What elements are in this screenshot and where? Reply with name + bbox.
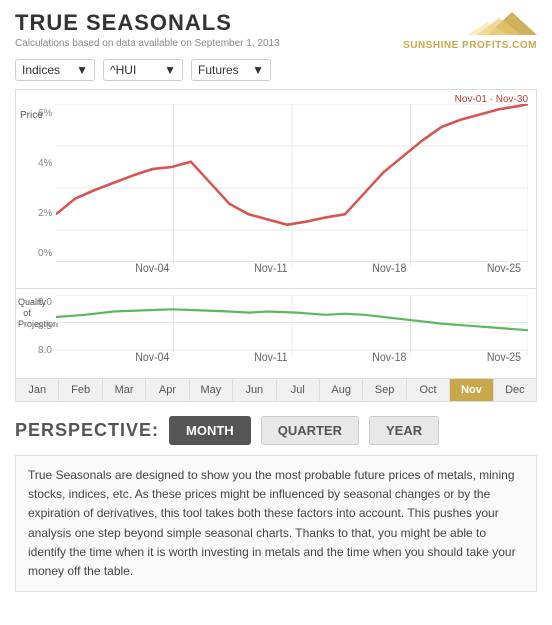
chevron-down-icon: ▼ bbox=[252, 63, 264, 77]
quality-axis-label: Quality ofProjection bbox=[18, 297, 36, 329]
chevron-down-icon: ▼ bbox=[76, 63, 88, 77]
svg-text:Nov-11: Nov-11 bbox=[254, 351, 287, 361]
svg-text:Nov-18: Nov-18 bbox=[372, 263, 406, 272]
month-btn-aug[interactable]: Aug bbox=[320, 379, 363, 401]
logo-mountain-icon bbox=[457, 10, 537, 40]
dropdown-indices[interactable]: Indices ▼ bbox=[15, 59, 95, 81]
month-nav: JanFebMarAprMayJunJulAugSepOctNovDec bbox=[15, 379, 537, 402]
q-label-85: 8.5 bbox=[38, 321, 52, 332]
month-btn-jul[interactable]: Jul bbox=[277, 379, 320, 401]
header: TRUE SEASONALS Calculations based on dat… bbox=[15, 10, 537, 51]
q-label-9: 9.0 bbox=[38, 297, 52, 308]
svg-text:Nov-11: Nov-11 bbox=[254, 263, 287, 272]
quality-chart-svg: Nov-04 Nov-11 Nov-18 Nov-25 bbox=[56, 295, 528, 361]
month-btn-sep[interactable]: Sep bbox=[363, 379, 406, 401]
month-btn-oct[interactable]: Oct bbox=[407, 379, 450, 401]
dropdowns-row: Indices ▼ ^HUI ▼ Futures ▼ bbox=[15, 59, 537, 81]
month-btn-jun[interactable]: Jun bbox=[233, 379, 276, 401]
logo: SUNSHINE PROFITS.COM bbox=[403, 10, 537, 51]
description-text: True Seasonals are designed to show you … bbox=[15, 455, 537, 592]
perspective-quarter-button[interactable]: QUARTER bbox=[261, 416, 359, 445]
y-label-6: 6% bbox=[38, 108, 52, 119]
svg-text:Nov-04: Nov-04 bbox=[135, 351, 169, 361]
page-wrapper: TRUE SEASONALS Calculations based on dat… bbox=[0, 0, 552, 625]
q-label-8: 8.0 bbox=[38, 345, 52, 356]
month-btn-mar[interactable]: Mar bbox=[103, 379, 146, 401]
page-title: TRUE SEASONALS bbox=[15, 10, 280, 36]
subtitle: Calculations based on data available on … bbox=[15, 38, 280, 49]
y-label-4: 4% bbox=[38, 158, 52, 169]
perspective-label: PERSPECTIVE: bbox=[15, 420, 159, 441]
svg-text:Nov-25: Nov-25 bbox=[487, 351, 521, 361]
chevron-down-icon: ▼ bbox=[164, 63, 176, 77]
quality-chart-container: Quality ofProjection 9.0 8.5 8.0 Nov-04 … bbox=[15, 289, 537, 379]
price-chart-container: Nov-01 · Nov-30 Price 6% 4% 2% 0% Nov-04… bbox=[15, 89, 537, 289]
month-btn-feb[interactable]: Feb bbox=[59, 379, 102, 401]
y-label-2: 2% bbox=[38, 208, 52, 219]
svg-text:Nov-25: Nov-25 bbox=[487, 263, 521, 272]
perspective-year-button[interactable]: YEAR bbox=[369, 416, 439, 445]
dropdown-futures[interactable]: Futures ▼ bbox=[191, 59, 271, 81]
price-chart-svg: Nov-04 Nov-11 Nov-18 Nov-25 bbox=[56, 104, 528, 272]
y-label-0: 0% bbox=[38, 248, 52, 259]
month-btn-may[interactable]: May bbox=[190, 379, 233, 401]
logo-text: SUNSHINE PROFITS.COM bbox=[403, 40, 537, 51]
dropdown-hui[interactable]: ^HUI ▼ bbox=[103, 59, 183, 81]
month-btn-nov[interactable]: Nov bbox=[450, 379, 493, 401]
svg-text:Nov-18: Nov-18 bbox=[372, 351, 406, 361]
svg-text:Nov-04: Nov-04 bbox=[135, 263, 169, 272]
perspective-row: PERSPECTIVE: MONTH QUARTER YEAR bbox=[15, 416, 537, 445]
header-left: TRUE SEASONALS Calculations based on dat… bbox=[15, 10, 280, 49]
month-btn-jan[interactable]: Jan bbox=[16, 379, 59, 401]
month-btn-dec[interactable]: Dec bbox=[494, 379, 536, 401]
month-btn-apr[interactable]: Apr bbox=[146, 379, 189, 401]
perspective-month-button[interactable]: MONTH bbox=[169, 416, 251, 445]
